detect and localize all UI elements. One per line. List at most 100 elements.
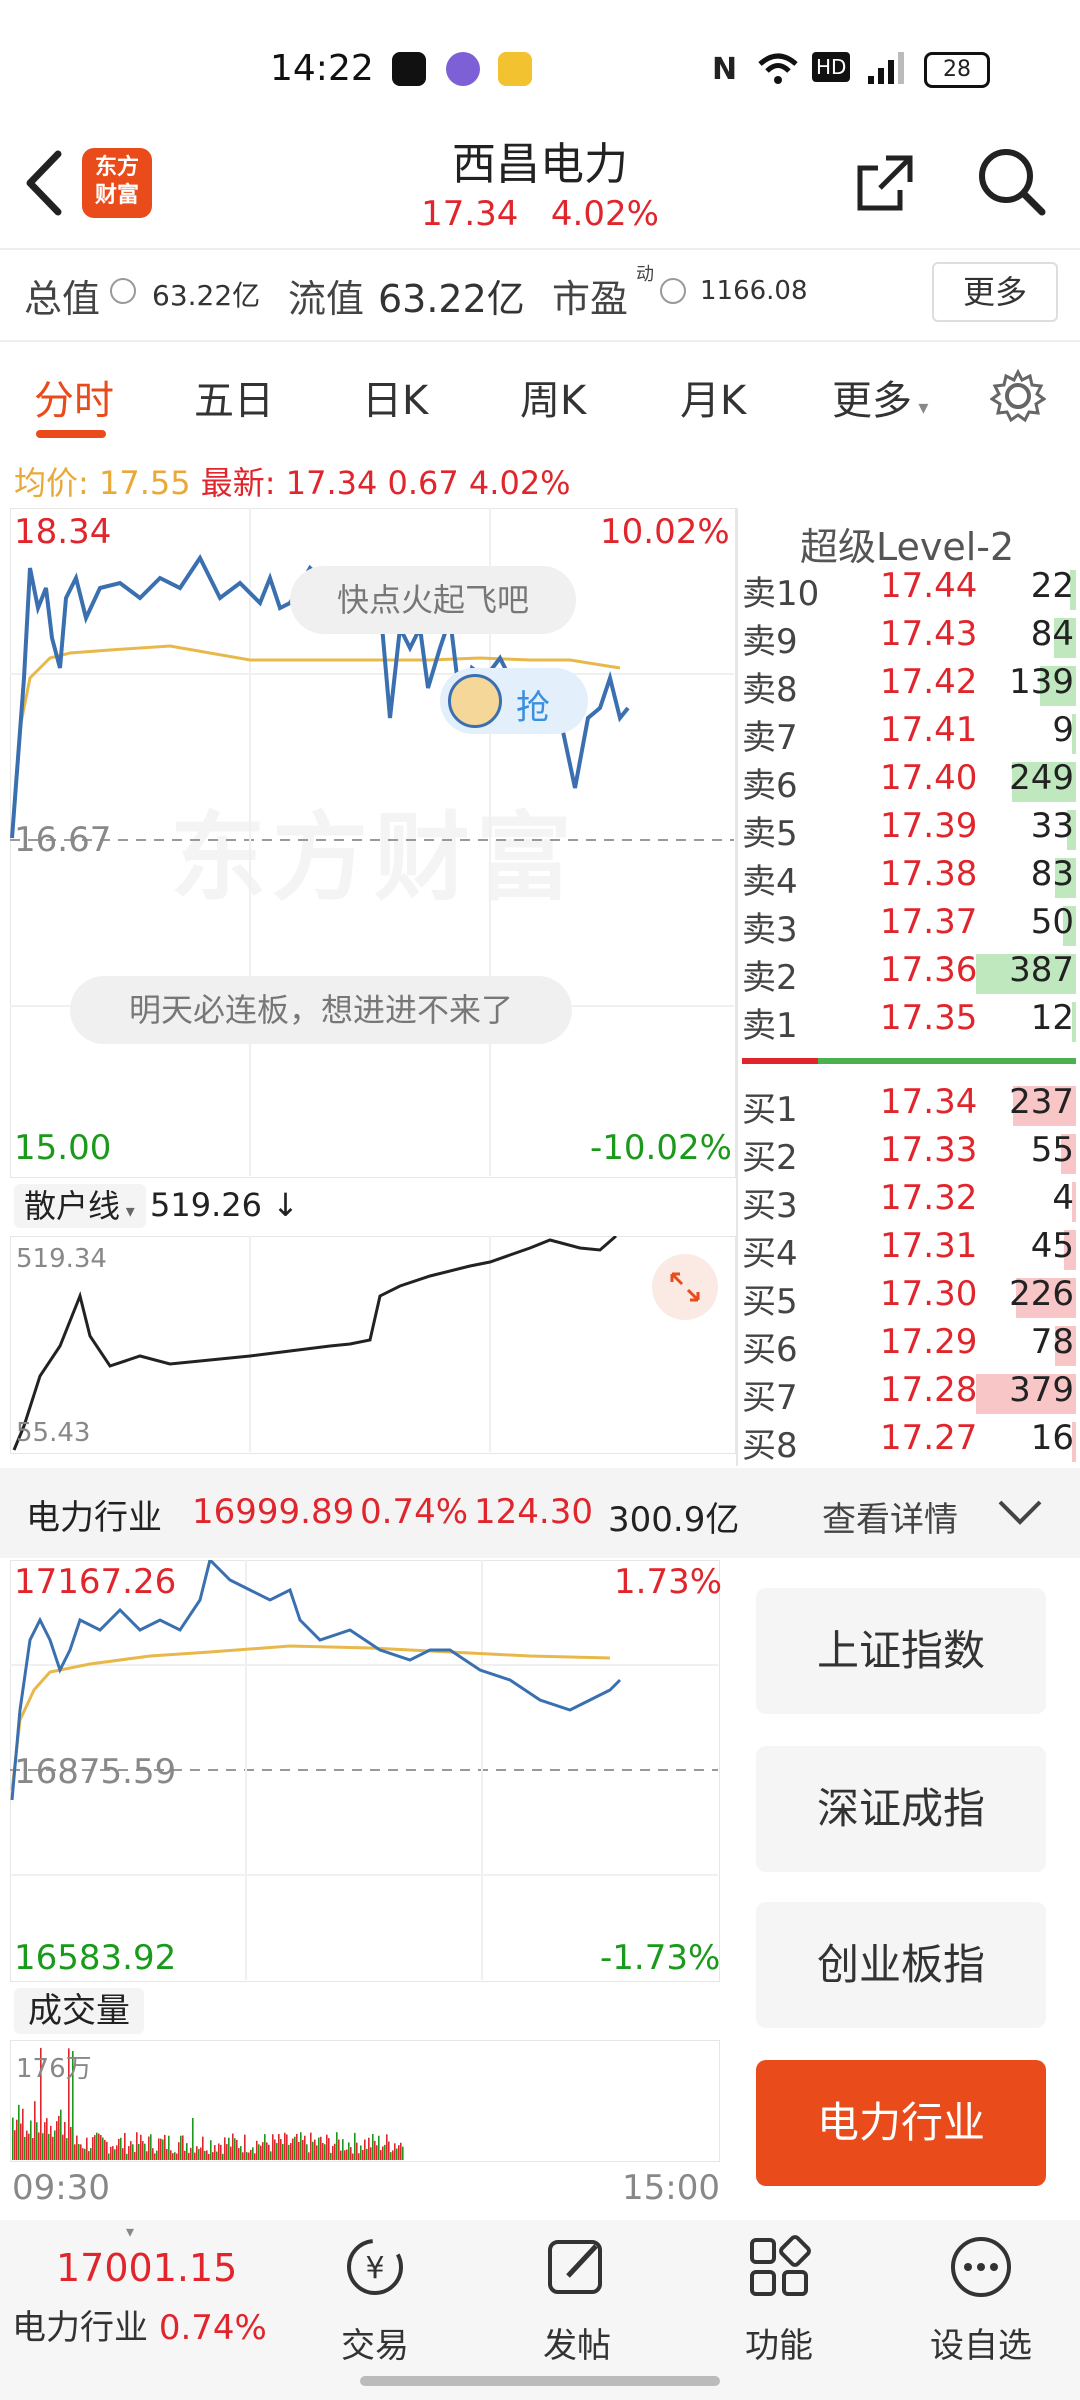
volume-bar [118,2138,120,2160]
volume-bar [364,2139,366,2160]
expand-chart-icon[interactable] [652,1254,718,1320]
nav-trade[interactable]: 交易 [305,2318,445,2367]
volume-bar [228,2137,230,2160]
industry-detail-link[interactable]: 查看详情 [822,1492,958,1541]
chart-top-price: 18.34 [14,512,112,552]
volume-bar [180,2135,182,2160]
buy-order-row[interactable]: 买1 17.34 237 [742,1082,1076,1130]
tab-more[interactable]: 更多 ▾ [832,368,928,426]
volume-bar [12,2117,14,2160]
volume-bar [236,2139,238,2160]
tab-intraday[interactable]: 分时 [34,368,114,426]
indicator-name: 散户线 [24,1187,121,1225]
volume-bar [324,2144,326,2160]
order-level: 买6 [742,1330,798,1370]
volume-bar [282,2143,284,2160]
volume-bar [294,2136,296,2160]
indicator-selector[interactable]: 散户线 ▾ [14,1184,146,1228]
volume-bar [316,2145,318,2160]
industry-pct: 0.74% [360,1492,469,1532]
tab-daily-k[interactable]: 日K [362,368,428,426]
volume-bar [198,2148,200,2160]
collapse-caret-icon[interactable]: ▾ [126,2222,134,2241]
pe-dots-icon[interactable] [660,278,686,304]
industry-name: 电力行业 [26,1498,162,1538]
volume-bar [332,2145,334,2160]
share-icon[interactable] [852,150,918,216]
volume-bar [16,2119,18,2160]
tab-five-day[interactable]: 五日 [194,368,274,426]
index-button-sse[interactable]: 上证指数 [756,1588,1046,1714]
chevron-down-icon[interactable] [996,1494,1044,1530]
order-price: 17.43 [880,614,978,654]
total-value: 63.22亿 [152,279,261,312]
buy-order-row[interactable]: 买8 17.27 16 [742,1418,1076,1466]
sell-order-row[interactable]: 卖2 17.36 387 [742,950,1076,998]
volume-max: 176万 [16,2054,92,2084]
industry-mid-value: 16875.59 [14,1752,177,1792]
sell-order-row[interactable]: 卖1 17.35 12 [742,998,1076,1046]
volume-bar [358,2153,360,2160]
home-indicator[interactable] [360,2376,720,2386]
bottom-index-row[interactable]: 电力行业 0.74% [12,2300,267,2349]
comment-bubble-1[interactable]: 快点火起飞吧 [290,566,576,634]
comment-bubble-2[interactable]: 明天必连板，想进进不来了 [70,976,572,1044]
volume-bar [120,2137,122,2160]
buy-order-row[interactable]: 买6 17.29 78 [742,1322,1076,1370]
search-icon[interactable] [976,146,1048,218]
volume-bar [196,2146,198,2160]
volume-bar [352,2153,354,2160]
nav-post[interactable]: 发帖 [507,2318,647,2367]
nfc-icon: N [712,52,738,87]
index-button-chinext[interactable]: 创业板指 [756,1902,1046,2028]
volume-bar [360,2145,362,2160]
buy-order-row[interactable]: 买7 17.28 379 [742,1370,1076,1418]
volume-bar [298,2142,300,2160]
nav-add-watchlist[interactable]: 设自选 [911,2318,1051,2367]
info-dots-icon[interactable] [110,278,136,304]
sell-order-row[interactable]: 卖10 17.44 22 [742,566,1076,614]
nav-functions[interactable]: 功能 [709,2318,849,2367]
volume-bar [242,2152,244,2160]
sell-order-row[interactable]: 卖7 17.41 9 [742,710,1076,758]
grab-red-packet-button[interactable]: 抢 [440,668,588,734]
buy-order-row[interactable]: 买4 17.31 45 [742,1226,1076,1274]
volume-bar [278,2134,280,2160]
volume-bar [224,2137,226,2160]
volume-bar [204,2150,206,2160]
order-level: 卖1 [742,1006,798,1046]
volume-bar [342,2139,344,2160]
buy-order-row[interactable]: 买2 17.33 55 [742,1130,1076,1178]
trade-yen-icon[interactable]: ¥ [340,2232,410,2302]
tab-monthly-k[interactable]: 月K [680,368,746,426]
volume-bar [200,2147,202,2160]
functions-grid-icon[interactable] [744,2232,814,2302]
post-edit-icon[interactable] [542,2232,612,2302]
index-button-power-industry[interactable]: 电力行业 [756,2060,1046,2186]
volume-bar [60,2109,62,2160]
settings-gear-icon[interactable] [990,368,1046,424]
order-price: 17.38 [880,854,978,894]
sell-order-row[interactable]: 卖4 17.38 83 [742,854,1076,902]
sell-order-row[interactable]: 卖6 17.40 249 [742,758,1076,806]
tab-weekly-k[interactable]: 周K [520,368,586,426]
order-volume: 249 [1009,758,1074,798]
order-volume: 16 [1030,1418,1074,1458]
hd-icon: HD [812,52,851,82]
order-volume: 387 [1009,950,1074,990]
sell-order-row[interactable]: 卖8 17.42 139 [742,662,1076,710]
sell-order-row[interactable]: 卖9 17.43 84 [742,614,1076,662]
order-price: 17.33 [880,1130,978,1170]
info-more-button[interactable]: 更多 [932,262,1058,322]
index-button-szse[interactable]: 深证成指 [756,1746,1046,1872]
volume-bar [264,2134,266,2160]
volume-bar [246,2152,248,2160]
bottom-index-value[interactable]: 17001.15 [56,2246,237,2290]
buy-order-row[interactable]: 买3 17.32 4 [742,1178,1076,1226]
buy-order-row[interactable]: 买5 17.30 226 [742,1274,1076,1322]
volume-bar [124,2132,126,2160]
volume-bar [384,2144,386,2160]
more-dots-icon[interactable] [946,2232,1016,2302]
sell-order-row[interactable]: 卖5 17.39 33 [742,806,1076,854]
sell-order-row[interactable]: 卖3 17.37 50 [742,902,1076,950]
